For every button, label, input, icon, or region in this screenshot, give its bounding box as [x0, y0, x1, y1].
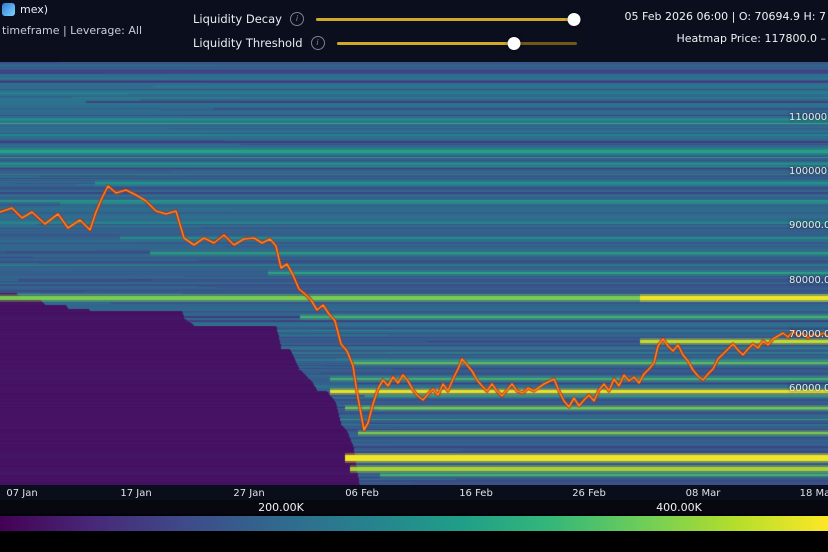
liquidity-threshold-row: Liquidity Threshold i: [193, 33, 577, 53]
colorbar-gradient: [0, 516, 828, 531]
top-toolbar: mex) timeframe | Leverage: All Liquidity…: [0, 0, 828, 62]
indicator-controls: Liquidity Decay i Liquidity Threshold i: [193, 9, 577, 57]
liquidity-decay-row: Liquidity Decay i: [193, 9, 577, 29]
indicator-title-block: mex) timeframe | Leverage: All: [2, 2, 142, 37]
info-icon[interactable]: i: [311, 36, 325, 50]
ohlc-info-block: 05 Feb 2026 06:00 | O: 70694.9 H: 7 Heat…: [625, 10, 826, 45]
x-axis-label: 17 Jan: [120, 488, 151, 499]
x-axis-label: 27 Jan: [233, 488, 264, 499]
x-axis-label: 18 Mar: [800, 488, 828, 499]
liquidity-threshold-label: Liquidity Threshold: [193, 36, 303, 50]
indicator-subtitle: timeframe | Leverage: All: [2, 24, 142, 37]
x-axis-label: 06 Feb: [345, 488, 379, 499]
info-icon[interactable]: i: [290, 12, 304, 26]
x-axis-label: 26 Feb: [572, 488, 606, 499]
slider-fill: [316, 18, 574, 21]
liquidation-heatmap-app: mex) timeframe | Leverage: All Liquidity…: [0, 0, 828, 552]
liquidity-threshold-slider[interactable]: [337, 37, 577, 50]
colorbar-scale-labels: 200.00K 400.00K: [0, 500, 828, 514]
bottom-spacer: [0, 531, 828, 552]
x-axis-label: 16 Feb: [459, 488, 493, 499]
indicator-title: mex): [20, 3, 48, 16]
ohlc-readout: 05 Feb 2026 06:00 | O: 70694.9 H: 7: [625, 10, 826, 23]
liquidation-heatmap-canvas[interactable]: [0, 62, 828, 485]
x-axis-label: 08 Mar: [686, 488, 721, 499]
heatmap-price-readout: Heatmap Price: 117800.0 –: [625, 32, 826, 45]
liquidity-decay-label: Liquidity Decay: [193, 12, 282, 26]
colorbar-scale-label: 200.00K: [258, 501, 304, 514]
slider-knob[interactable]: [508, 37, 521, 50]
x-axis-label: 07 Jan: [6, 488, 37, 499]
colorbar-scale-label: 400.00K: [656, 501, 702, 514]
app-logo-icon: [2, 3, 15, 16]
slider-fill: [337, 42, 515, 45]
liquidity-decay-slider[interactable]: [316, 13, 577, 26]
slider-knob[interactable]: [568, 13, 581, 26]
